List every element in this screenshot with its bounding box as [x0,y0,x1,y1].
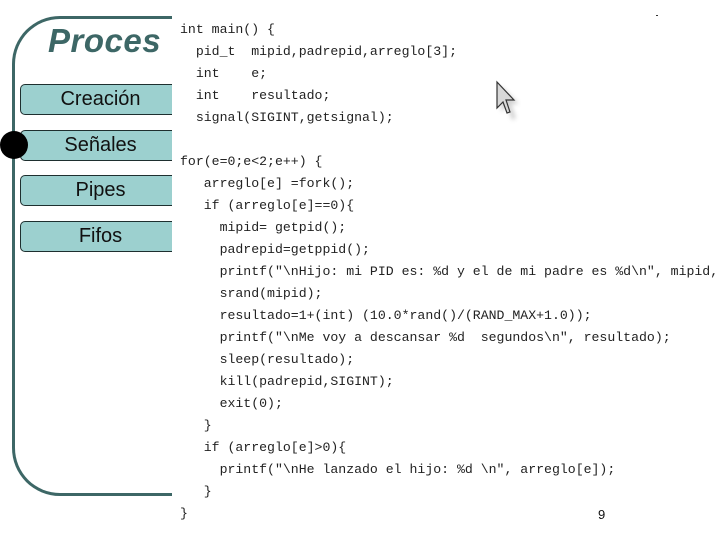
code-line: srand(mipid); [219,286,323,301]
code-line: sleep(resultado); [219,352,355,367]
code-line: } [203,418,212,433]
stray-mark [656,15,658,16]
code-line: resultado=1+(int) (10.0*rand()/(RAND_MAX… [219,308,592,323]
code-line: for(e=0;e<2;e++) { [180,154,323,169]
code-listing: int main() { pid_t mipid,padrepid,arregl… [172,0,720,540]
code-block-declarations: int main() { pid_t mipid,padrepid,arregl… [180,19,457,129]
active-bullet-icon [0,131,28,159]
nav-button-pipes[interactable]: Pipes [20,175,180,206]
code-line: int main() { [180,22,275,37]
code-line: kill(padrepid,SIGINT); [219,374,394,389]
code-line: } [180,506,188,521]
code-line: } [203,484,212,499]
code-line: exit(0); [219,396,283,411]
nav-button-fifos[interactable]: Fifos [20,221,180,252]
code-line: int resultado; [195,88,331,103]
nav-button-label: Fifos [78,225,123,247]
nav-button-label: Señales [64,134,137,156]
slide-title: Proces [48,22,162,59]
code-line: printf("\nHijo: mi PID es: %d y el de mi… [219,264,719,279]
code-line: mipid= getpid(); [219,220,347,235]
code-line: int e; [195,66,268,81]
code-line: printf("\nMe voy a descansar %d segundos… [219,330,671,345]
code-line: if (arreglo[e]==0){ [203,198,355,213]
nav-button-senales[interactable]: Señales [20,130,180,161]
page-number: 9 [598,507,606,522]
code-line: signal(SIGINT,getsignal); [180,110,394,125]
mouse-pointer-icon [495,80,521,129]
nav-button-creacion[interactable]: Creación [20,84,180,115]
code-block-fork-loop: for(e=0;e<2;e++) { arreglo[e] =fork(); i… [180,151,720,525]
code-line: printf("\nHe lanzado el hijo: %d \n", ar… [219,462,616,477]
nav-button-label: Pipes [75,179,126,201]
code-line: arreglo[e] =fork(); [203,176,355,191]
nav-button-label: Creación [60,88,141,110]
code-line: pid_t mipid,padrepid,arreglo[3]; [195,44,457,59]
code-line: padrepid=getppid(); [219,242,370,257]
code-line: if (arreglo[e]>0){ [203,440,347,455]
